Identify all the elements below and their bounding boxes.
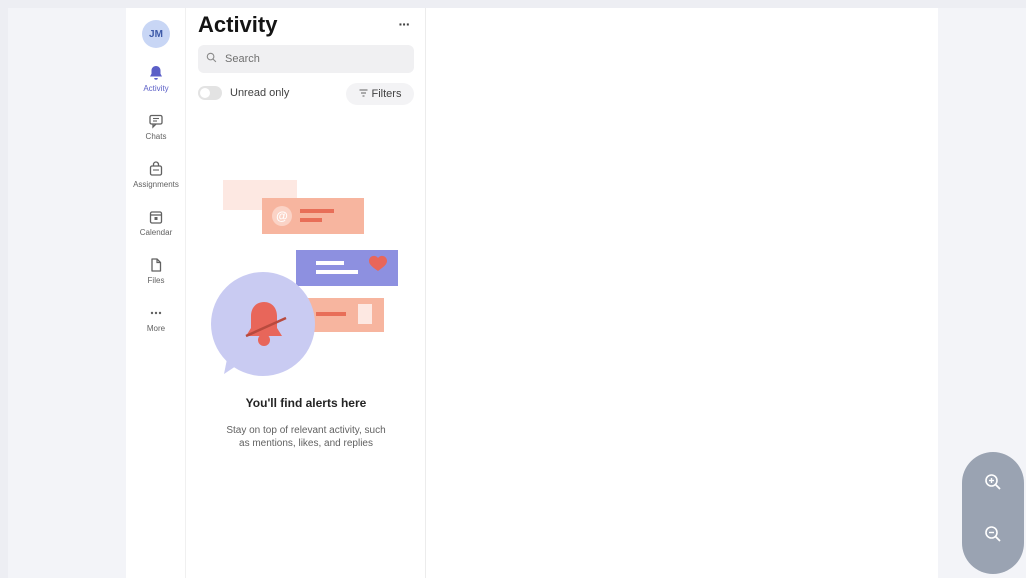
filter-icon (359, 89, 368, 99)
unread-only-label: Unread only (230, 87, 290, 99)
zoom-in-icon (984, 473, 1002, 496)
rail-item-assignments[interactable]: Assignments (126, 160, 186, 204)
zoom-in-button[interactable] (981, 472, 1005, 496)
unread-only-row: Unread only (198, 86, 289, 100)
main-content (426, 8, 938, 578)
zoom-out-icon (984, 525, 1002, 548)
rail-item-chats[interactable]: Chats (126, 112, 186, 156)
calendar-icon (147, 208, 165, 226)
file-icon (147, 256, 165, 274)
chat-icon (147, 112, 165, 130)
search-input[interactable] (225, 53, 395, 65)
bell-icon (147, 64, 165, 82)
empty-state-illustration: @ (206, 178, 406, 378)
rail-item-label: Activity (143, 84, 169, 93)
filters-button[interactable]: Filters (346, 83, 414, 105)
rail-item-label: Chats (145, 132, 167, 141)
rail-item-activity[interactable]: Activity (126, 64, 186, 108)
unread-only-toggle[interactable] (198, 86, 222, 100)
filters-label: Filters (371, 88, 402, 100)
rail-item-label: Assignments (133, 180, 179, 189)
empty-state-title: You'll find alerts here (245, 396, 367, 410)
search-box[interactable] (198, 45, 414, 73)
rail-item-label: Files (147, 276, 165, 285)
zoom-out-button[interactable] (981, 524, 1005, 548)
more-options-button[interactable]: ··· (390, 16, 418, 36)
svg-text:@: @ (276, 209, 288, 223)
rail-item-label: More (146, 324, 166, 333)
teams-app: JM Activity Chats Assignments Calendar F… (126, 8, 938, 578)
rail-item-calendar[interactable]: Calendar (126, 208, 186, 252)
search-icon (206, 50, 217, 68)
app-rail: JM Activity Chats Assignments Calendar F… (126, 8, 186, 578)
rail-item-files[interactable]: Files (126, 256, 186, 300)
page-title: Activity (198, 12, 278, 37)
rail-item-label: Calendar (139, 228, 173, 237)
rail-item-more[interactable]: More (126, 304, 186, 348)
empty-state-description: Stay on top of relevant activity, such a… (226, 425, 386, 449)
avatar[interactable]: JM (142, 20, 170, 48)
window-frame: JM Activity Chats Assignments Calendar F… (8, 8, 1026, 578)
assignments-icon (147, 160, 165, 178)
zoom-controls (962, 452, 1024, 574)
activity-pane: Activity ··· Unread only Filters (186, 8, 426, 578)
more-icon (147, 304, 165, 322)
